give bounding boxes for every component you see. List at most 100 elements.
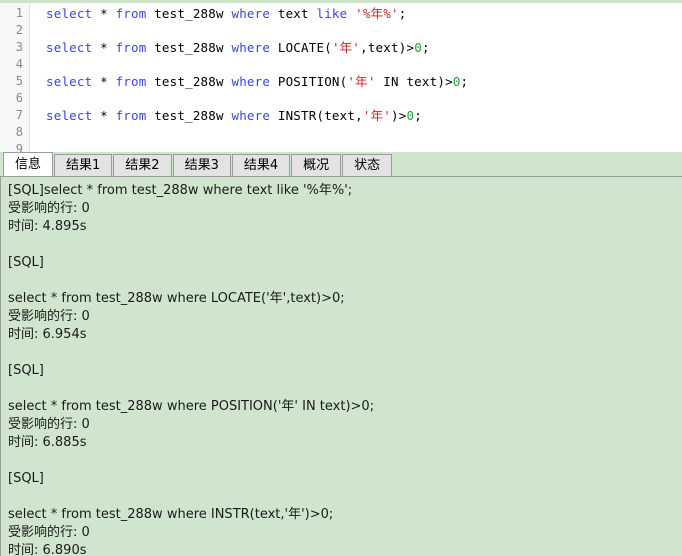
output-line: 受影响的行: 0 bbox=[8, 525, 90, 540]
code-line[interactable] bbox=[31, 141, 682, 152]
code-line[interactable]: select * from test_288w where POSITION('… bbox=[31, 73, 682, 90]
line-number: 6 bbox=[15, 91, 23, 105]
code-token: from bbox=[115, 6, 147, 21]
tab-3[interactable]: 结果3 bbox=[172, 154, 231, 176]
output-line: 受影响的行: 0 bbox=[8, 309, 90, 324]
code-token: ' bbox=[362, 108, 371, 123]
code-token: ' bbox=[352, 40, 361, 55]
code-token: 年 bbox=[355, 74, 368, 89]
code-token: text bbox=[277, 6, 309, 21]
code-token: where bbox=[231, 6, 271, 21]
code-token: ; bbox=[421, 40, 430, 55]
code-token: select bbox=[46, 108, 93, 123]
code-token: like bbox=[316, 6, 348, 21]
code-token: 0 bbox=[414, 40, 422, 55]
code-token: ; bbox=[414, 108, 422, 123]
code-token: test_288w bbox=[154, 6, 224, 21]
result-tab-bar[interactable]: 信息 结果1 结果2 结果3 结果4 概况 状态 bbox=[0, 152, 682, 176]
code-line[interactable] bbox=[31, 90, 682, 107]
code-token: '% bbox=[355, 6, 371, 21]
code-token: * bbox=[100, 6, 108, 21]
sql-editor[interactable]: 1 2 3 4 5 6 7 8 9 select * from test_288w where … bbox=[0, 0, 682, 152]
code-token: 年 bbox=[370, 108, 384, 123]
output-line: [SQL] bbox=[8, 471, 44, 486]
code-token: select bbox=[46, 40, 93, 55]
code-token: test_288w bbox=[154, 108, 224, 123]
code-line[interactable]: select * from test_288w where LOCATE('年'… bbox=[31, 39, 682, 56]
code-token: ' bbox=[383, 108, 391, 123]
code-token: where bbox=[231, 74, 271, 89]
output-blank-line bbox=[8, 272, 682, 290]
code-token: 年 bbox=[370, 6, 384, 21]
code-token: * bbox=[100, 108, 108, 123]
code-token: from bbox=[115, 40, 147, 55]
code-line[interactable] bbox=[31, 124, 682, 141]
code-token: LOCATE( bbox=[277, 40, 332, 55]
line-number: 4 bbox=[15, 57, 23, 71]
code-token: ,text)> bbox=[360, 40, 415, 55]
line-number: 7 bbox=[15, 108, 23, 122]
line-number: 5 bbox=[15, 74, 23, 88]
code-token: ; bbox=[460, 74, 469, 89]
line-number: 1 bbox=[15, 6, 23, 20]
line-number: 2 bbox=[15, 23, 23, 37]
output-line: [SQL] bbox=[8, 255, 44, 270]
code-token: where bbox=[231, 108, 271, 123]
output-line: select * from test_288w where POSITION('… bbox=[8, 399, 375, 414]
code-token: 0 bbox=[452, 74, 461, 89]
code-token: * bbox=[100, 74, 108, 89]
output-line: [SQL]select * from test_288w where text … bbox=[8, 183, 353, 198]
output-line: 时间: 6.954s bbox=[8, 327, 87, 342]
code-token: %' bbox=[383, 6, 399, 21]
code-token: 年 bbox=[339, 40, 353, 55]
output-line: select * from test_288w where LOCATE('年'… bbox=[8, 291, 345, 306]
output-line: 时间: 4.895s bbox=[8, 219, 87, 234]
code-token: test_288w bbox=[154, 74, 224, 89]
code-token: IN text)> bbox=[375, 74, 453, 89]
output-line: 受影响的行: 0 bbox=[8, 417, 90, 432]
message-output-panel[interactable]: [SQL]select * from test_288w where text … bbox=[0, 176, 682, 556]
code-line[interactable] bbox=[31, 56, 682, 73]
code-token: ' bbox=[331, 40, 340, 55]
output-blank-line bbox=[8, 344, 682, 362]
editor-body[interactable]: 1 2 3 4 5 6 7 8 9 select * from test_288w where … bbox=[0, 3, 682, 152]
output-blank-line bbox=[8, 452, 682, 470]
code-token: INSTR(text, bbox=[277, 108, 363, 123]
code-token: ' bbox=[367, 74, 376, 89]
tab-6[interactable]: 状态 bbox=[342, 154, 393, 176]
line-number: 3 bbox=[15, 40, 23, 54]
tab-4[interactable]: 结果4 bbox=[231, 154, 291, 176]
code-line[interactable]: select * from test_288w where text like … bbox=[31, 5, 682, 22]
code-token: from bbox=[115, 74, 147, 89]
tab-5[interactable]: 概况 bbox=[291, 154, 342, 176]
code-line[interactable] bbox=[31, 22, 682, 39]
output-blank-line bbox=[8, 380, 682, 398]
code-token: )> bbox=[391, 108, 407, 123]
tab-1[interactable]: 结果1 bbox=[54, 154, 113, 176]
output-line: 受影响的行: 0 bbox=[8, 201, 90, 216]
code-area[interactable]: select * from test_288w where text like … bbox=[31, 3, 682, 152]
tab-selected-0[interactable]: 信息 bbox=[3, 152, 54, 176]
code-token: test_288w bbox=[154, 40, 224, 55]
code-line[interactable]: select * from test_288w where INSTR(text… bbox=[31, 107, 682, 124]
output-line: 时间: 6.890s bbox=[8, 543, 87, 556]
tab-2[interactable]: 结果2 bbox=[113, 154, 172, 176]
output-line: select * from test_288w where INSTR(text… bbox=[8, 507, 334, 522]
code-token: * bbox=[100, 40, 108, 55]
sql-client-window: 1 2 3 4 5 6 7 8 9 select * from test_288w where … bbox=[0, 0, 682, 556]
line-number: 8 bbox=[15, 125, 23, 139]
output-line: 时间: 6.885s bbox=[8, 435, 87, 450]
output-line: [SQL] bbox=[8, 363, 44, 378]
code-token: POSITION( bbox=[277, 74, 348, 89]
code-token: ' bbox=[347, 74, 356, 89]
